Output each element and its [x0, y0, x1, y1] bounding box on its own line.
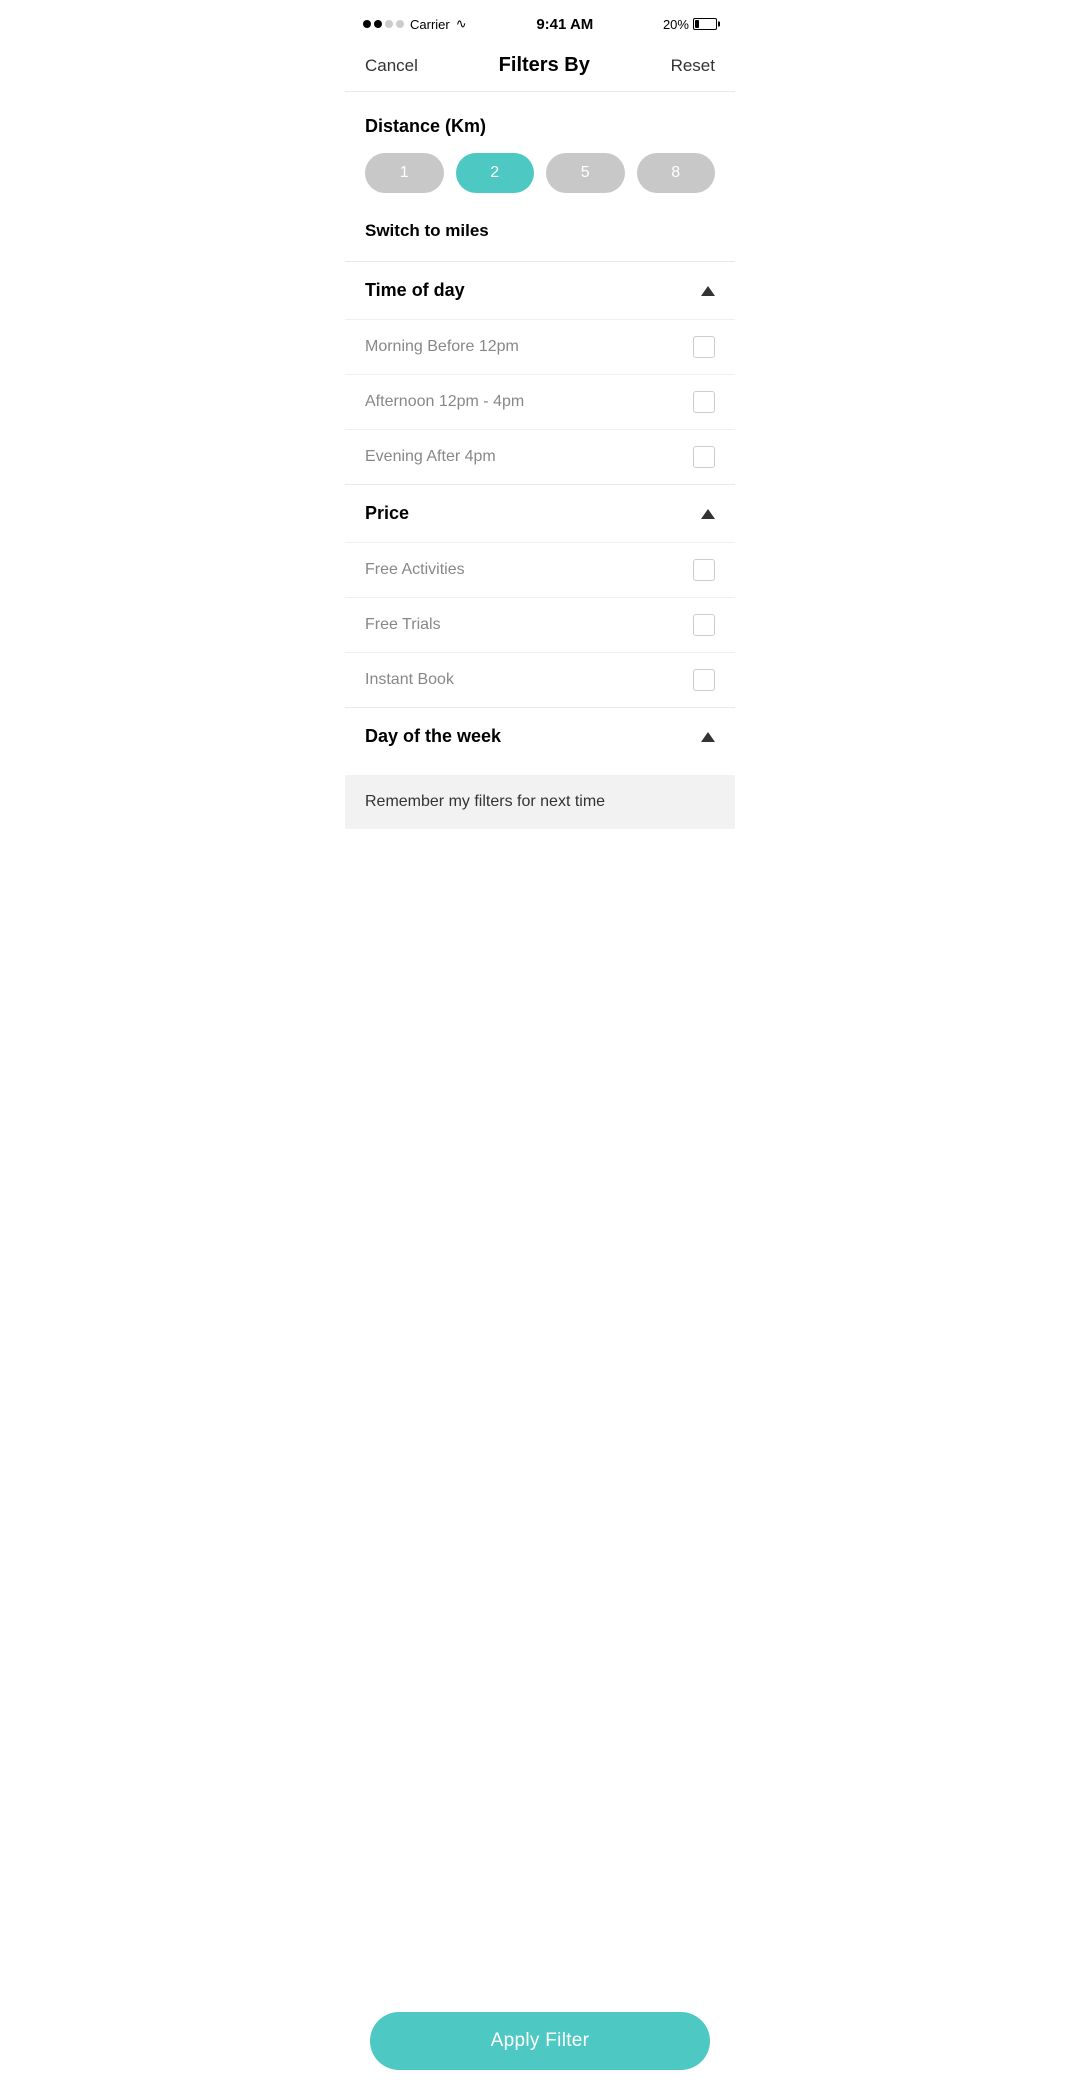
distance-pill-8[interactable]: 8: [637, 153, 716, 193]
price-free-activities-label: Free Activities: [365, 561, 465, 579]
price-free-trials-checkbox[interactable]: [693, 614, 715, 636]
time-of-day-section: Time of day Morning Before 12pm Afternoo…: [345, 261, 735, 484]
day-of-week-header[interactable]: Day of the week: [345, 708, 735, 765]
distance-pill-1[interactable]: 1: [365, 153, 444, 193]
time-evening-checkbox[interactable]: [693, 446, 715, 468]
time-afternoon-item: Afternoon 12pm - 4pm: [345, 374, 735, 429]
price-free-activities-checkbox[interactable]: [693, 559, 715, 581]
switch-miles-label: Switch to miles: [365, 221, 489, 240]
time-morning-label: Morning Before 12pm: [365, 338, 519, 356]
apply-button-container: Apply Filter: [370, 2012, 710, 2070]
status-left: Carrier ∿: [363, 16, 467, 32]
price-free-trials-label: Free Trials: [365, 616, 441, 634]
price-instant-book-label: Instant Book: [365, 671, 454, 689]
price-header[interactable]: Price: [345, 485, 735, 542]
distance-section: Distance (Km) 1 2 5 8: [345, 92, 735, 193]
battery-icon: [693, 18, 717, 30]
signal-dot-4: [396, 20, 404, 28]
battery-percentage: 20%: [663, 17, 689, 32]
header: Cancel Filters By Reset: [345, 44, 735, 92]
signal-dot-2: [374, 20, 382, 28]
price-free-trials-item: Free Trials: [345, 597, 735, 652]
status-right: 20%: [663, 17, 717, 32]
bottom-spacer: [345, 829, 735, 909]
status-bar: Carrier ∿ 9:41 AM 20%: [345, 0, 735, 44]
page-title: Filters By: [499, 54, 590, 77]
distance-pills: 1 2 5 8: [365, 153, 715, 193]
remember-filters-text: Remember my filters for next time: [365, 793, 605, 810]
carrier-label: Carrier: [410, 17, 450, 32]
time-afternoon-checkbox[interactable]: [693, 391, 715, 413]
distance-pill-5[interactable]: 5: [546, 153, 625, 193]
switch-to-miles[interactable]: Switch to miles: [345, 201, 735, 261]
time-of-day-title: Time of day: [365, 280, 465, 301]
signal-dots: [363, 20, 404, 28]
distance-pill-2[interactable]: 2: [456, 153, 535, 193]
time-morning-item: Morning Before 12pm: [345, 319, 735, 374]
price-title: Price: [365, 503, 409, 524]
distance-title: Distance (Km): [365, 116, 715, 137]
wifi-icon: ∿: [456, 16, 467, 32]
price-instant-book-checkbox[interactable]: [693, 669, 715, 691]
signal-dot-3: [385, 20, 393, 28]
time-morning-checkbox[interactable]: [693, 336, 715, 358]
content: Distance (Km) 1 2 5 8 Switch to miles Ti…: [345, 92, 735, 909]
time-afternoon-label: Afternoon 12pm - 4pm: [365, 393, 524, 411]
signal-dot-1: [363, 20, 371, 28]
time-evening-item: Evening After 4pm: [345, 429, 735, 484]
battery-body: [693, 18, 717, 30]
time-evening-label: Evening After 4pm: [365, 448, 496, 466]
remember-filters-bar[interactable]: Remember my filters for next time: [345, 775, 735, 829]
price-chevron-up-icon: [701, 509, 715, 519]
time-of-day-header[interactable]: Time of day: [345, 262, 735, 319]
day-of-week-section: Day of the week: [345, 707, 735, 765]
reset-button[interactable]: Reset: [671, 56, 715, 76]
day-of-week-chevron-up-icon: [701, 732, 715, 742]
apply-filter-button[interactable]: Apply Filter: [370, 2012, 710, 2070]
status-time: 9:41 AM: [536, 16, 593, 33]
price-section: Price Free Activities Free Trials Instan…: [345, 484, 735, 707]
time-of-day-chevron-up-icon: [701, 286, 715, 296]
battery-fill: [695, 20, 699, 28]
price-free-activities-item: Free Activities: [345, 542, 735, 597]
cancel-button[interactable]: Cancel: [365, 56, 418, 76]
price-instant-book-item: Instant Book: [345, 652, 735, 707]
day-of-week-title: Day of the week: [365, 726, 501, 747]
